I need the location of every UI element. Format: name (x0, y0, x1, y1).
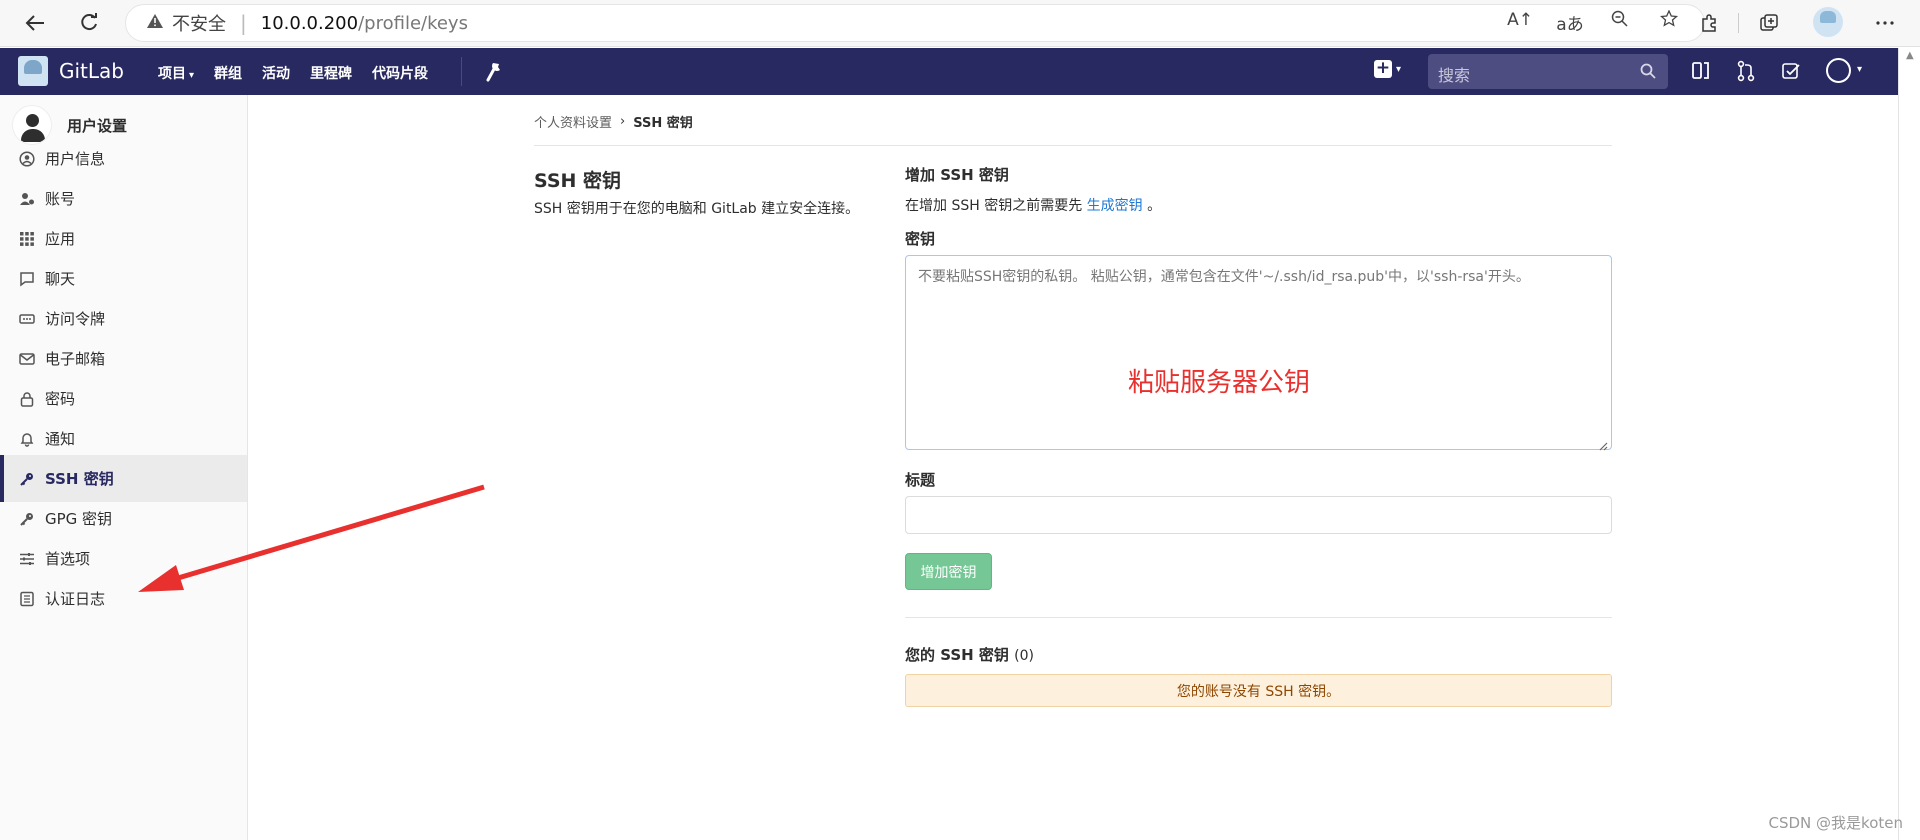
resize-handle-icon[interactable] (1598, 436, 1608, 451)
sidebar-item-label: 通知 (45, 430, 76, 448)
divider (534, 145, 1612, 146)
brand-name[interactable]: GitLab (59, 59, 124, 83)
page-description: SSH 密钥用于在您的电脑和 GitLab 建立安全连接。 (534, 201, 860, 217)
add-key-heading: 增加 SSH 密钥 (905, 166, 1009, 184)
breadcrumb: 个人资料设置 › SSH 密钥 (534, 112, 693, 131)
read-aloud-icon[interactable]: A↑ (1506, 10, 1534, 35)
lock-icon (18, 390, 36, 408)
warning-icon (146, 13, 164, 34)
title-input[interactable] (905, 496, 1612, 534)
nav-snippets[interactable]: 代码片段 (372, 63, 428, 83)
sidebar-item-label: 首选项 (45, 550, 91, 568)
breadcrumb-current[interactable]: SSH 密钥 (633, 112, 693, 131)
chat-icon (18, 270, 36, 288)
sidebar-item-label: 聊天 (45, 270, 76, 288)
gitlab-logo[interactable] (18, 56, 48, 86)
todo-icon[interactable] (1781, 60, 1805, 84)
your-keys-count: (0) (1014, 648, 1035, 664)
bell-icon (18, 430, 36, 448)
sidebar-title: 用户设置 (67, 116, 128, 135)
profile-avatar[interactable] (1813, 7, 1843, 37)
key-icon (18, 470, 36, 488)
nav-activity[interactable]: 活动 (262, 63, 290, 83)
key-icon (18, 510, 36, 528)
user-avatar[interactable] (1826, 58, 1851, 83)
top-nav: 项目 ▾ 群组 活动 里程碑 代码片段 (158, 63, 448, 83)
toolbar-divider (1738, 13, 1739, 33)
refresh-icon[interactable] (72, 7, 106, 39)
sidebar-item-label: 电子邮箱 (45, 350, 106, 368)
divider (905, 617, 1612, 618)
scroll-up-arrow[interactable]: ▲ (1906, 50, 1914, 61)
no-keys-alert: 您的账号没有 SSH 密钥。 (905, 674, 1612, 707)
merge-request-icon[interactable] (1737, 60, 1761, 84)
sidebar-item-label: 用户信息 (45, 150, 106, 168)
nav-milestones[interactable]: 里程碑 (310, 63, 352, 83)
sidebar-item-label: 应用 (45, 230, 76, 248)
log-icon (18, 590, 36, 608)
chevron-down-icon: ▾ (1396, 63, 1402, 75)
nav-groups[interactable]: 群组 (214, 63, 242, 83)
sidebar-item-label: 访问令牌 (45, 310, 106, 328)
chevron-down-icon: ▾ (189, 70, 195, 81)
nav-projects[interactable]: 项目 ▾ (158, 63, 194, 83)
scrollbar[interactable]: ▲ (1898, 48, 1920, 840)
watermark: CSDN @我是koten (1768, 814, 1903, 832)
grid-icon (18, 230, 36, 248)
chevron-down-icon[interactable]: ▾ (1857, 64, 1862, 75)
key-textarea[interactable]: 不要粘贴SSH密钥的私钥。 粘贴公钥，通常包含在文件'~/.ssh/id_rsa… (905, 255, 1612, 451)
url-path: /profile/keys (358, 12, 468, 34)
generate-key-link[interactable]: 生成密钥 (1087, 198, 1143, 214)
search-input[interactable]: 搜索 (1428, 54, 1668, 89)
favorite-add-icon[interactable] (1656, 9, 1684, 35)
gitlab-header: GitLab 项目 ▾ 群组 活动 里程碑 代码片段 + ▾ 搜索 ▾ (0, 48, 1898, 95)
page-title: SSH 密钥 (534, 170, 622, 192)
browser-toolbar: 不安全 | 10.0.0.200/profile/keys A↑ aあ (0, 0, 1920, 47)
your-keys-heading: 您的 SSH 密钥 (0) (905, 646, 1035, 664)
account-icon (18, 190, 36, 208)
paste-annotation: 粘贴服务器公钥 (1128, 368, 1311, 398)
title-label: 标题 (905, 471, 936, 489)
sidebar-item-auth-log[interactable]: 认证日志 (0, 575, 247, 622)
plus-icon: + (1374, 58, 1392, 78)
user-circle-icon (18, 150, 36, 168)
add-key-button[interactable]: 增加密钥 (905, 553, 992, 590)
address-separator: | (240, 11, 247, 35)
sidebar-item-label: SSH 密钥 (45, 470, 114, 488)
url-host: 10.0.0.200 (260, 12, 359, 34)
insecure-label[interactable]: 不安全 (172, 10, 226, 36)
address-bar[interactable]: 不安全 | 10.0.0.200/profile/keys A↑ aあ (125, 4, 1705, 42)
mail-icon (18, 350, 36, 368)
nav-divider (461, 57, 462, 86)
back-icon[interactable] (18, 7, 52, 39)
collections-icon[interactable] (1752, 7, 1786, 39)
search-icon (1640, 63, 1656, 79)
breadcrumb-separator: › (620, 114, 626, 129)
settings-sidebar: 用户设置 用户信息 账号 应用 聊天 访问令牌 电子邮箱 密码 通知 SSH 密… (0, 95, 248, 840)
sidebar-item-label: GPG 密钥 (45, 510, 113, 528)
add-key-hint: 在增加 SSH 密钥之前需要先 生成密钥 。 (905, 198, 1162, 214)
admin-wrench-icon[interactable] (484, 58, 504, 82)
extensions-icon[interactable] (1692, 7, 1726, 39)
sliders-icon (18, 550, 36, 568)
sidebar-item-label: 认证日志 (45, 590, 106, 608)
key-placeholder: 不要粘贴SSH密钥的私钥。 粘贴公钥，通常包含在文件'~/.ssh/id_rsa… (918, 269, 1530, 285)
issues-panel-icon[interactable] (1691, 60, 1715, 84)
token-icon (18, 310, 36, 328)
sidebar-item-label: 密码 (45, 390, 76, 408)
new-item-dropdown[interactable]: + ▾ (1374, 60, 1401, 78)
more-menu-icon[interactable] (1868, 7, 1902, 39)
sidebar-item-label: 账号 (45, 190, 76, 208)
search-placeholder: 搜索 (1438, 66, 1471, 85)
zoom-out-icon[interactable] (1606, 10, 1634, 35)
key-label: 密钥 (905, 230, 936, 248)
translate-icon[interactable]: aあ (1556, 10, 1584, 35)
breadcrumb-parent[interactable]: 个人资料设置 (534, 112, 612, 131)
